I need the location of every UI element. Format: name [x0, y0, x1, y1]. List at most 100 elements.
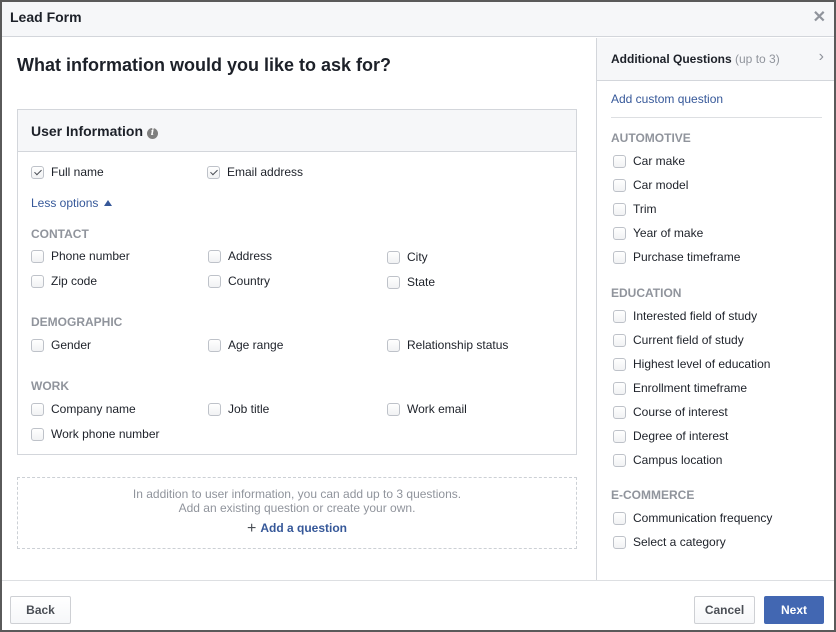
checkbox-state[interactable]: State	[387, 275, 435, 289]
checkbox-car-make[interactable]: Car make	[613, 154, 685, 168]
checkbox-year-of-make[interactable]: Year of make	[613, 226, 703, 240]
less-options-toggle[interactable]: Less options	[31, 196, 113, 210]
cancel-button[interactable]: Cancel	[694, 596, 755, 624]
checkbox-label: Full name	[51, 165, 104, 179]
checkbox-label: Current field of study	[633, 333, 744, 347]
checkbox-phone-number[interactable]: Phone number	[31, 249, 130, 263]
checkbox-campus-location[interactable]: Campus location	[613, 453, 722, 467]
checkbox[interactable]	[208, 249, 221, 263]
add-question-label: Add a question	[260, 521, 347, 535]
checkbox-label: Work phone number	[51, 427, 160, 441]
checkbox-gender[interactable]: Gender	[31, 338, 91, 352]
checkbox-label: State	[407, 275, 436, 289]
checkbox-label: Car model	[633, 178, 689, 192]
checkbox[interactable]	[613, 309, 626, 323]
checkbox[interactable]	[31, 249, 44, 263]
checkbox-communication-frequency[interactable]: Communication frequency	[613, 511, 772, 525]
checkbox[interactable]	[613, 226, 626, 240]
add-custom-question-link[interactable]: Add custom question	[611, 92, 723, 106]
add-question-button[interactable]: + Add a question	[247, 520, 347, 538]
additional-questions-panel: Additional Questions (up to 3) › Add cus…	[596, 38, 834, 580]
checkbox[interactable]	[613, 154, 626, 168]
checkbox-label: Highest level of education	[633, 357, 771, 371]
info-icon[interactable]: i	[147, 128, 159, 139]
back-button[interactable]: Back	[10, 596, 71, 624]
checkbox[interactable]	[31, 402, 44, 416]
checkbox-city[interactable]: City	[387, 250, 428, 264]
page-title: What information would you like to ask f…	[17, 55, 392, 75]
checkbox[interactable]	[613, 429, 626, 443]
checkbox-country[interactable]: Country	[208, 274, 270, 288]
next-button[interactable]: Next	[764, 596, 824, 624]
checkbox-label: Address	[228, 249, 273, 263]
checkbox[interactable]	[31, 274, 44, 288]
checkbox-company-name[interactable]: Company name	[31, 402, 136, 416]
checkbox-address[interactable]: Address	[208, 249, 272, 263]
checkbox-job-title[interactable]: Job title	[208, 402, 269, 416]
checkbox-checked[interactable]	[31, 165, 44, 179]
checkbox-zip-code[interactable]: Zip code	[31, 274, 97, 288]
checkbox-email-address[interactable]: Email address	[207, 165, 303, 179]
section-label-automotive: AUTOMOTIVE	[611, 131, 691, 145]
checkbox[interactable]	[613, 511, 626, 525]
section-label-work: WORK	[31, 379, 69, 393]
checkbox[interactable]	[387, 275, 400, 289]
checkbox[interactable]	[613, 202, 626, 216]
checkbox-course-of-interest[interactable]: Course of interest	[613, 405, 728, 419]
additional-questions-header[interactable]: Additional Questions (up to 3) ›	[597, 38, 834, 81]
chevron-right-icon[interactable]: ›	[819, 48, 824, 66]
checkbox[interactable]	[613, 453, 626, 467]
checkbox-label: Select a category	[633, 535, 726, 549]
checkbox-enrollment-timeframe[interactable]: Enrollment timeframe	[613, 381, 747, 395]
checkbox-work-phone-number[interactable]: Work phone number	[31, 427, 160, 441]
checkbox-label: Job title	[228, 402, 270, 416]
checkbox-label: Company name	[51, 402, 136, 416]
checkbox[interactable]	[613, 535, 626, 549]
checkbox-highest-level-of-education[interactable]: Highest level of education	[613, 357, 770, 371]
user-information-box: User Information i Full name Email addres…	[17, 109, 577, 455]
checkbox-label: Age range	[228, 338, 284, 352]
checkbox[interactable]	[208, 402, 221, 416]
checkbox-label: Purchase timeframe	[633, 250, 741, 264]
checkbox-current-field-of-study[interactable]: Current field of study	[613, 333, 744, 347]
checkbox[interactable]	[31, 338, 44, 352]
triangle-up-icon	[104, 200, 113, 206]
checkbox-label: Enrollment timeframe	[633, 381, 748, 395]
checkbox-car-model[interactable]: Car model	[613, 178, 688, 192]
checkbox-interested-field-of-study[interactable]: Interested field of study	[613, 309, 757, 323]
checkbox-label: Country	[228, 274, 271, 288]
divider	[611, 117, 822, 118]
checkbox-label: Email address	[227, 165, 304, 179]
checkbox[interactable]	[31, 427, 44, 441]
close-icon[interactable]: ✕	[813, 7, 826, 27]
add-question-desc-line-2: Add an existing question or create your …	[178, 501, 416, 515]
plus-icon: +	[246, 520, 257, 537]
checkbox-label: Gender	[51, 338, 92, 352]
checkbox-purchase-timeframe[interactable]: Purchase timeframe	[613, 250, 740, 264]
checkbox-trim[interactable]: Trim	[613, 202, 657, 216]
checkbox[interactable]	[613, 405, 626, 419]
checkbox[interactable]	[613, 381, 626, 395]
dialog-footer: Back Cancel Next	[2, 580, 834, 630]
checkbox[interactable]	[387, 338, 400, 352]
checkbox-degree-of-interest[interactable]: Degree of interest	[613, 429, 728, 443]
checkbox[interactable]	[387, 402, 400, 416]
checkbox-full-name[interactable]: Full name	[31, 165, 104, 179]
main-panel: What information would you like to ask f…	[2, 38, 596, 580]
checkbox-label: Year of make	[633, 226, 704, 240]
checkbox[interactable]	[613, 250, 626, 264]
user-information-title: User Information	[31, 123, 144, 139]
checkbox-checked[interactable]	[207, 165, 220, 179]
checkbox[interactable]	[613, 178, 626, 192]
checkbox-relationship-status[interactable]: Relationship status	[387, 338, 508, 352]
checkbox-label: Work email	[407, 402, 467, 416]
checkbox-work-email[interactable]: Work email	[387, 402, 467, 416]
checkbox[interactable]	[208, 274, 221, 288]
checkbox[interactable]	[613, 357, 626, 371]
checkbox[interactable]	[208, 338, 221, 352]
checkbox[interactable]	[387, 250, 400, 264]
checkbox-select-a-category[interactable]: Select a category	[613, 535, 726, 549]
checkbox-label: Degree of interest	[633, 429, 729, 443]
checkbox[interactable]	[613, 333, 626, 347]
checkbox-age-range[interactable]: Age range	[208, 338, 283, 352]
